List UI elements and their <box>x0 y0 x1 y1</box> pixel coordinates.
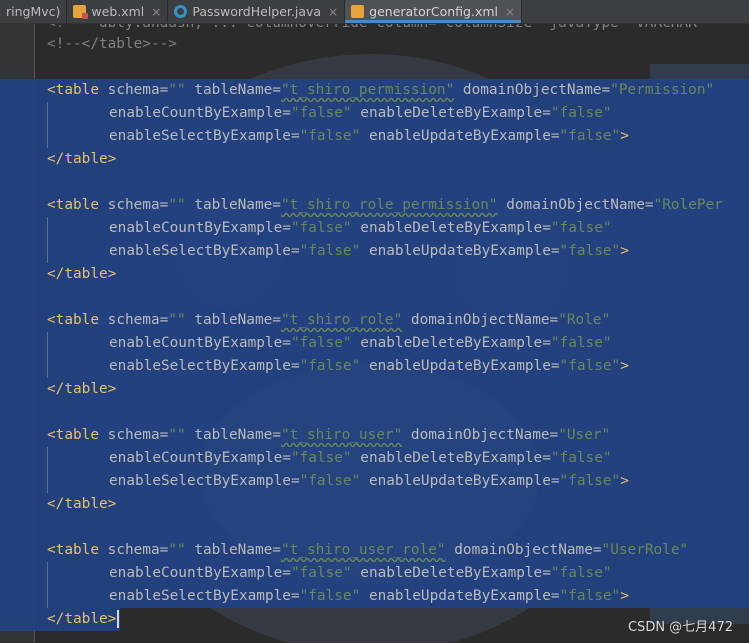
close-icon[interactable]: × <box>151 5 161 19</box>
code-line: enableSelectByExample="false" enableUpda… <box>0 470 749 493</box>
tab-label: PasswordHelper.java <box>192 4 322 19</box>
code-line: </table> <box>0 608 120 631</box>
tab-generator-config[interactable]: generatorConfig.xml × <box>345 0 523 23</box>
code-line: enableCountByExample="false" enableDelet… <box>0 332 749 355</box>
editor-tab-bar: ringMvc) web.xml × PasswordHelper.java ×… <box>0 0 749 24</box>
code-editor[interactable]: <!-- dbty.andash, ... columnOverride col… <box>0 24 749 643</box>
tab-spring-mvc[interactable]: ringMvc) <box>0 0 68 23</box>
tab-label: ringMvc) <box>6 4 61 19</box>
code-line: enableSelectByExample="false" enableUpda… <box>0 355 749 378</box>
code-line: enableSelectByExample="false" enableUpda… <box>0 240 749 263</box>
tab-label: generatorConfig.xml <box>369 4 498 19</box>
close-icon[interactable]: × <box>328 5 338 19</box>
code-line: </table> <box>0 493 749 516</box>
code-line: enableSelectByExample="false" enableUpda… <box>0 125 749 148</box>
code-line <box>0 401 749 424</box>
code-line: </table> <box>0 378 749 401</box>
code-line: enableCountByExample="false" enableDelet… <box>0 102 749 125</box>
tab-password-helper[interactable]: PasswordHelper.java × <box>168 0 346 23</box>
code-line: <table schema="" tableName="t_shiro_role… <box>0 309 749 332</box>
text-caret <box>117 610 120 628</box>
tab-label: web.xml <box>91 4 145 19</box>
code-line: <table schema="" tableName="t_shiro_user… <box>0 424 749 447</box>
csdn-watermark: CSDN @七月472 <box>627 620 733 635</box>
code-line: enableSelectByExample="false" enableUpda… <box>0 585 749 608</box>
code-line: </table> <box>0 263 749 286</box>
close-icon[interactable]: × <box>505 5 515 19</box>
code-line: <table schema="" tableName="t_shiro_perm… <box>0 79 749 102</box>
code-line <box>0 516 749 539</box>
java-class-icon <box>174 5 188 18</box>
code-line: </table> <box>0 148 749 171</box>
code-line <box>0 286 749 309</box>
xml-config-icon <box>351 5 365 18</box>
code-line: <table schema="" tableName="t_shiro_user… <box>0 539 749 562</box>
code-line: enableCountByExample="false" enableDelet… <box>0 217 749 240</box>
tab-web-xml[interactable]: web.xml × <box>67 0 169 23</box>
code-line: enableCountByExample="false" enableDelet… <box>0 447 749 470</box>
code-line: <!--</table>--> <box>47 36 177 52</box>
xml-file-icon <box>73 5 89 19</box>
code-line: <table schema="" tableName="t_shiro_role… <box>0 194 749 217</box>
code-line: enableCountByExample="false" enableDelet… <box>0 562 749 585</box>
ide-window: ringMvc) web.xml × PasswordHelper.java ×… <box>0 0 749 643</box>
code-line <box>0 171 749 194</box>
